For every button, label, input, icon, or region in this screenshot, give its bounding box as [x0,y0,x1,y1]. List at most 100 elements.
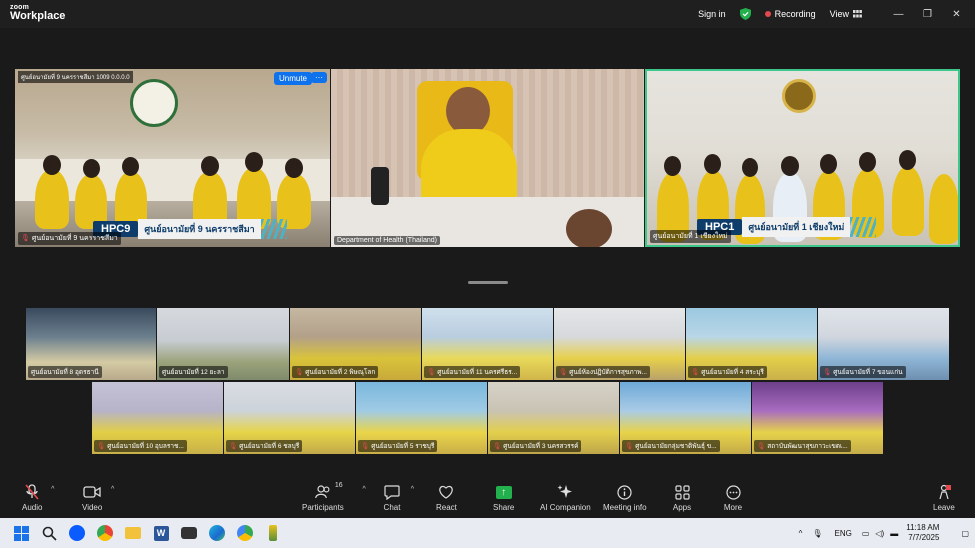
participant-name: 🎙 ศูนย์อนามัยที่ 11 นครศรีธร... [424,366,521,378]
share-button[interactable]: ↑ Share [493,484,514,512]
gallery-tile[interactable]: 🎙 ศูนย์อนามัยที่ 6 ชลบุรี [224,382,355,454]
windows-taskbar: W ^ 🎙 ENG ▭ ◁) ▬ 11:18 AM 7/7/2025 ▢ [0,518,975,548]
participant-name: 🎙 สถาบันพัฒนาสุขภาวะเขตเ... [754,440,851,452]
heart-icon [436,484,456,500]
tray-overflow-chevron-icon[interactable]: ^ [799,529,803,538]
participant-name: 🎙 ศูนย์อนามัยที่ 7 ขอนแก่น [820,366,906,378]
restore-button[interactable]: ❐ [913,9,942,20]
file-explorer-icon[interactable] [124,524,142,542]
chat-button[interactable]: Chat ^ [382,484,414,512]
gallery-tile[interactable]: ศูนย์อนามัยที่ 8 อุดรธานี [26,308,156,380]
battery-icon[interactable]: ▬ [890,529,898,538]
leave-icon [934,484,954,500]
participants-icon: 16 [313,482,343,500]
hpc-banner: HPC9 ศูนย์อนามัยที่ 9 นครราชสีมา [93,219,287,239]
gallery-tile[interactable]: 🎙 ศูนย์อนามัยที่ 11 นครศรีธร... [422,308,553,380]
gallery-tile[interactable]: 🎙 ศูนย์อนามัยที่ 7 ขอนแก่น [818,308,949,380]
chat-icon [382,484,402,500]
title-bar: zoom Workplace Sign in Recording View — … [0,0,975,28]
participants-button[interactable]: 16 Participants ^ [302,482,366,512]
view-button[interactable]: View [830,9,862,19]
volume-icon[interactable]: ◁) [875,529,884,538]
edge-icon[interactable] [208,524,226,542]
ai-companion-button[interactable]: AI Companion [540,484,591,512]
muted-mic-icon: 🎙 [21,235,30,242]
logo-line2: Workplace [10,10,66,22]
participant-name: ศูนย์อนามัยที่ 1 เชียงใหม่ [650,230,731,243]
muted-mic-icon [22,484,42,500]
chrome-icon[interactable] [96,524,114,542]
gallery-tile[interactable]: 🎙 ศูนย์อนามัยที่ 5 ราชบุรี [356,382,487,454]
chrome-profile-icon[interactable] [236,524,254,542]
tile-more-button[interactable]: ··· [311,72,327,83]
minimize-button[interactable]: — [884,9,913,20]
leave-button[interactable]: Leave [933,484,955,512]
pinned-app-icon[interactable] [264,524,282,542]
department-emblem [130,79,178,127]
system-tray: ^ 🎙 ENG ▭ ◁) ▬ 11:18 AM 7/7/2025 ▢ [799,518,975,548]
security-shield-icon[interactable] [739,8,751,20]
sign-in-button[interactable]: Sign in [698,9,726,19]
participant-name: ศูนย์อนามัยที่ 8 อุดรธานี [28,366,102,378]
speaker-head [446,87,490,135]
stage-resize-handle[interactable] [468,281,508,284]
video-tile-speaker-2[interactable]: Department of Health (Thailand) [331,69,644,247]
more-button[interactable]: More [723,484,743,512]
zoom-workplace-logo: zoom Workplace [10,4,65,22]
participant-name: 🎙 ศูนย์อนามัยที่ 10 อุบลราช... [94,440,187,452]
department-emblem [782,79,816,113]
unmute-button[interactable]: Unmute [273,72,312,85]
video-tile-speaker-3-active[interactable]: HPC1 ศูนย์อนามัยที่ 1 เชียงใหม่ ศูนย์อนา… [645,69,960,247]
windows-start-icon[interactable] [12,524,30,542]
participant-name: 🎙 ศูนย์อนามัยกลุ่มชาติพันธุ์ ข... [622,440,720,452]
meeting-info-button[interactable]: Meeting info [603,484,647,512]
participant-name: 🎙 ศูนย์อนามัยที่ 9 นครราชสีมา [18,232,121,245]
wall-sign [687,117,927,141]
microphone-icon[interactable]: 🎙 [812,529,822,538]
speaker-shirt [421,129,517,199]
grid-icon [853,10,862,18]
notification-bell-icon[interactable]: ▢ [961,529,969,538]
react-button[interactable]: React [436,484,457,512]
audio-button[interactable]: Audio ^ [22,484,54,512]
gallery-tile[interactable]: 🎙 สถาบันพัฒนาสุขภาวะเขตเ... [752,382,883,454]
apps-icon [672,484,692,500]
gallery-tile[interactable]: 🎙 ศูนย์อนามัยที่ 10 อุบลราช... [92,382,223,454]
taskbar-clock[interactable]: 11:18 AM 7/7/2025 [906,523,939,542]
gallery-tile[interactable]: 🎙 ศูนย์อนามัยที่ 4 สระบุรี [686,308,817,380]
gallery-tile[interactable]: 🎙 ศูนย์ห้องปฏิบัติการสุขภาพ... [554,308,685,380]
recording-indicator[interactable]: Recording [764,9,816,19]
video-tile-speaker-1[interactable]: ศูนย์อนามัยที่ 9 นครราชสีมา 1009 0.0.0.0… [15,69,330,247]
camera-app-icon[interactable] [180,524,198,542]
participant-name: 🎙 ศูนย์อนามัยที่ 5 ราชบุรี [358,440,438,452]
participant-name: Department of Health (Thailand) [334,236,440,245]
participant-name: 🎙 ศูนย์อนามัยที่ 3 นครสวรรค์ [490,440,582,452]
gallery-tile[interactable]: ศูนย์อนามัยที่ 12 ยะลา [157,308,289,380]
meeting-toolbar: Audio ^ Video ^ 16 Participants ^ Chat ^… [0,478,975,518]
network-icon[interactable]: ▭ [862,529,870,538]
chat-caret[interactable]: ^ [411,486,414,493]
zoom-app-icon[interactable] [68,524,86,542]
language-indicator[interactable]: ENG [834,529,851,538]
hpc-text: ศูนย์อนามัยที่ 1 เชียงใหม่ [742,217,851,237]
recording-label: Recording [774,9,816,19]
word-icon[interactable]: W [152,524,170,542]
sparkle-icon [555,484,575,500]
hpc-text: ศูนย์อนามัยที่ 9 นครราชสีมา [138,219,261,239]
participant-name: 🎙 ศูนย์อนามัยที่ 6 ชลบุรี [226,440,303,452]
participant-name: 🎙 ศูนย์อนามัยที่ 4 สระบุรี [688,366,767,378]
apps-button[interactable]: Apps [672,484,692,512]
gallery-tile[interactable]: 🎙 ศูนย์อนามัยที่ 3 นครสวรรค์ [488,382,619,454]
share-screen-icon: ↑ [494,484,514,500]
video-button[interactable]: Video ^ [82,484,114,512]
audio-options-caret[interactable]: ^ [51,486,54,493]
search-icon[interactable] [40,524,58,542]
participants-caret[interactable]: ^ [363,486,366,493]
video-options-caret[interactable]: ^ [111,486,114,493]
gallery-tile[interactable]: 🎙 ศูนย์อนามัยกลุ่มชาติพันธุ์ ข... [620,382,751,454]
gallery-tile[interactable]: 🎙 ศูนย์อนามัยที่ 2 พิษณุโลก [290,308,421,380]
info-icon [615,484,635,500]
close-button[interactable]: ✕ [942,9,971,20]
clock-date: 7/7/2025 [908,533,940,542]
tile-top-info: ศูนย์อนามัยที่ 9 นครราชสีมา 1009 0.0.0.0 [18,71,133,83]
